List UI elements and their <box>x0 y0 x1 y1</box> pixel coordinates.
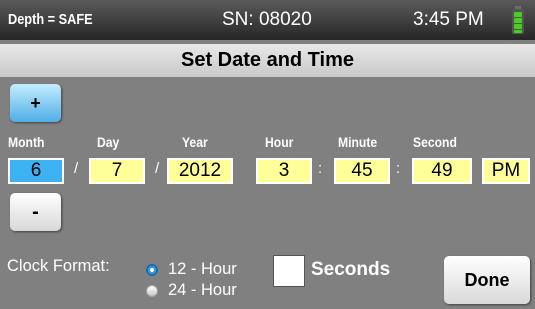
decrement-button[interactable]: - <box>10 193 61 231</box>
hour-label: Hour <box>265 135 294 150</box>
status-bar: Depth = SAFE SN: 08020 3:45 PM <box>0 0 535 40</box>
seconds-label: Seconds <box>311 259 391 280</box>
serial-number: SN: 08020 <box>222 9 312 30</box>
hour-field[interactable]: 3 <box>256 158 312 184</box>
minute-field[interactable]: 45 <box>334 158 390 184</box>
month-field[interactable]: 6 <box>8 158 64 184</box>
radio-24-hour[interactable]: 24 - Hour <box>146 281 237 300</box>
clock-format-label: Clock Format: <box>7 257 110 275</box>
date-separator: / <box>74 160 79 177</box>
radio-selected-icon <box>146 263 158 276</box>
increment-button[interactable]: + <box>10 84 61 122</box>
year-label: Year <box>182 135 208 150</box>
radio-12-hour-label: 12 - Hour <box>168 260 237 278</box>
battery-full-icon <box>512 6 524 34</box>
day-field[interactable]: 7 <box>89 158 145 184</box>
done-button[interactable]: Done <box>444 256 530 304</box>
radio-unselected-icon <box>146 284 158 297</box>
second-field[interactable]: 49 <box>412 158 472 184</box>
radio-12-hour[interactable]: 12 - Hour <box>146 260 237 279</box>
second-label: Second <box>413 135 457 150</box>
month-label: Month <box>8 135 45 150</box>
radio-24-hour-label: 24 - Hour <box>168 281 237 299</box>
page-title: Set Date and Time <box>0 44 535 77</box>
date-separator: / <box>155 160 160 177</box>
time-separator: : <box>396 160 401 177</box>
seconds-checkbox[interactable] <box>273 255 305 287</box>
clock-time: 3:45 PM <box>413 9 484 30</box>
am-pm-field[interactable]: PM <box>482 158 530 184</box>
minute-label: Minute <box>338 135 378 150</box>
time-separator: : <box>318 160 323 177</box>
year-field[interactable]: 2012 <box>167 158 233 184</box>
depth-status: Depth = SAFE <box>8 11 93 28</box>
day-label: Day <box>97 135 120 150</box>
